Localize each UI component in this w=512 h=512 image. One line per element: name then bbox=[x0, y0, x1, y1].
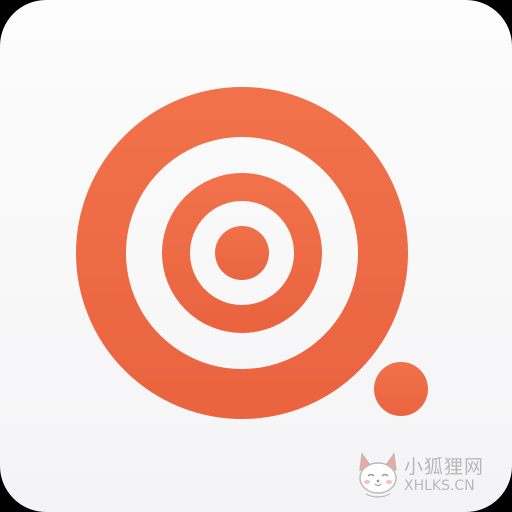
app-icon-tile[interactable]: 小狐狸网 XHLKS.CN bbox=[0, 0, 512, 512]
center-dot bbox=[215, 226, 269, 280]
satellite-dot bbox=[374, 362, 428, 416]
target-rings-icon bbox=[76, 87, 428, 419]
watermark-text-cn: 小狐狸网 bbox=[404, 456, 485, 478]
watermark: 小狐狸网 XHLKS.CN bbox=[354, 446, 504, 506]
fox-mascot-icon bbox=[359, 452, 397, 498]
watermark-text-en: XHLKS.CN bbox=[404, 478, 475, 494]
